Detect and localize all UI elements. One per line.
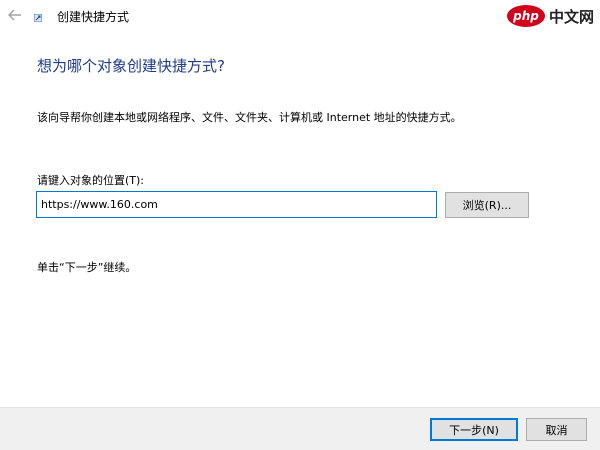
back-button[interactable]: [6, 6, 24, 24]
title-bar: 创建快捷方式 php 中文网: [0, 0, 600, 32]
next-button[interactable]: 下一步(N): [430, 418, 518, 441]
back-arrow-icon: [8, 9, 21, 21]
window-title: 创建快捷方式: [57, 10, 130, 24]
wizard-heading: 想为哪个对象创建快捷方式?: [37, 57, 225, 75]
browse-button[interactable]: 浏览(R)...: [445, 192, 529, 218]
location-label: 请键入对象的位置(T):: [37, 174, 145, 187]
watermark-logo: php: [506, 5, 545, 27]
location-input[interactable]: [36, 191, 437, 218]
watermark-text: 中文网: [548, 7, 594, 26]
shortcut-app-icon: [34, 14, 42, 22]
watermark: php 中文网: [506, 4, 594, 28]
cancel-button[interactable]: 取消: [526, 418, 587, 441]
wizard-description: 该向导帮你创建本地或网络程序、文件、文件夹、计算机或 Internet 地址的快…: [37, 111, 462, 124]
continue-hint: 单击“下一步”继续。: [37, 261, 137, 274]
